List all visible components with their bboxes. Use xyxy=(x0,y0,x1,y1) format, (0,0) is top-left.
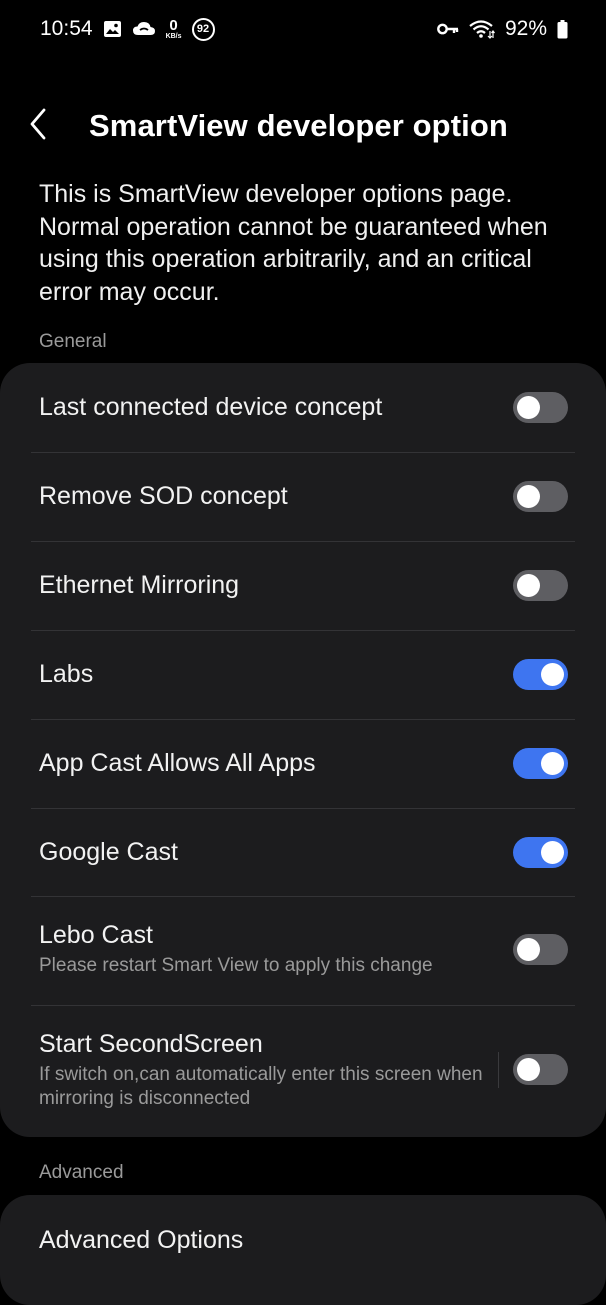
toggle-knob xyxy=(541,752,564,775)
advanced-settings-card: Advanced Options xyxy=(0,1195,606,1305)
net-speed-value: 0 xyxy=(169,17,178,34)
toggle-switch[interactable] xyxy=(513,748,568,779)
vertical-separator xyxy=(498,1052,499,1088)
setting-text: Advanced Options xyxy=(39,1225,243,1255)
setting-text: Ethernet Mirroring xyxy=(39,570,239,600)
battery-percent: 92% xyxy=(504,17,547,40)
vpn-key-icon xyxy=(437,22,459,36)
setting-title: Remove SOD concept xyxy=(39,482,288,510)
setting-row-ethernet-mirroring[interactable]: Ethernet Mirroring xyxy=(0,541,606,630)
setting-row-labs[interactable]: Labs xyxy=(0,630,606,719)
setting-text: Remove SOD concept xyxy=(39,481,288,511)
notification-count-badge: 92 xyxy=(191,17,215,41)
status-time: 10:54 xyxy=(40,17,93,40)
setting-subtitle: Please restart Smart View to apply this … xyxy=(39,955,433,976)
wifi-icon xyxy=(469,19,495,39)
setting-subtitle: If switch on,can automatically enter thi… xyxy=(39,1064,483,1109)
setting-row-lebo-cast[interactable]: Lebo Cast Please restart Smart View to a… xyxy=(0,896,606,1005)
setting-title: Labs xyxy=(39,660,94,688)
setting-title: Advanced Options xyxy=(39,1226,244,1254)
setting-title: Start SecondScreen xyxy=(39,1030,263,1058)
section-label-advanced: Advanced xyxy=(39,1162,124,1183)
chevron-left-icon xyxy=(28,108,48,145)
battery-icon xyxy=(557,19,568,39)
toggle-switch[interactable] xyxy=(513,1054,568,1085)
setting-row-google-cast[interactable]: Google Cast xyxy=(0,808,606,897)
toggle-switch[interactable] xyxy=(513,659,568,690)
setting-title: Last connected device concept xyxy=(39,393,383,421)
toggle-knob xyxy=(541,841,564,864)
status-bar-left: 10:54 0 KB/s 92 xyxy=(40,17,215,41)
section-label-general: General xyxy=(39,331,107,352)
status-bar-right: 92% xyxy=(437,17,568,41)
net-speed-unit: KB/s xyxy=(165,33,182,40)
net-speed-indicator: 0 KB/s xyxy=(166,18,182,40)
general-settings-card: Last connected device concept Remove SOD… xyxy=(0,363,606,1137)
setting-row-remove-sod[interactable]: Remove SOD concept xyxy=(0,452,606,541)
setting-text: Start SecondScreen If switch on,can auto… xyxy=(39,1029,489,1111)
setting-title: Lebo Cast xyxy=(39,921,153,949)
toggle-knob xyxy=(517,938,540,961)
setting-title: App Cast Allows All Apps xyxy=(39,749,316,777)
setting-text: Lebo Cast Please restart Smart View to a… xyxy=(39,920,433,978)
toggle-knob xyxy=(517,396,540,419)
toggle-knob xyxy=(541,663,564,686)
app-header: SmartView developer option xyxy=(0,98,606,154)
cloud-sync-icon xyxy=(132,20,156,38)
setting-title: Google Cast xyxy=(39,838,178,866)
toggle-switch[interactable] xyxy=(513,934,568,965)
setting-text: Google Cast xyxy=(39,837,178,867)
gallery-icon xyxy=(103,20,122,38)
page-description: This is SmartView developer options page… xyxy=(39,180,548,306)
setting-title: Ethernet Mirroring xyxy=(39,571,240,599)
page-title: SmartView developer option xyxy=(89,108,508,143)
toggle-knob xyxy=(517,574,540,597)
toggle-knob xyxy=(517,485,540,508)
toggle-switch[interactable] xyxy=(513,392,568,423)
back-button[interactable] xyxy=(28,98,88,154)
status-bar: 10:54 0 KB/s 92 92% xyxy=(0,0,606,58)
setting-text: Labs xyxy=(39,659,93,689)
toggle-switch[interactable] xyxy=(513,837,568,868)
setting-row-last-connected-device[interactable]: Last connected device concept xyxy=(0,363,606,452)
toggle-knob xyxy=(517,1058,540,1081)
setting-row-start-secondscreen[interactable]: Start SecondScreen If switch on,can auto… xyxy=(0,1005,606,1137)
setting-row-advanced-options[interactable]: Advanced Options xyxy=(0,1195,606,1284)
setting-row-app-cast-all-apps[interactable]: App Cast Allows All Apps xyxy=(0,719,606,808)
setting-text: Last connected device concept xyxy=(39,392,382,422)
toggle-switch[interactable] xyxy=(513,570,568,601)
toggle-switch[interactable] xyxy=(513,481,568,512)
setting-text: App Cast Allows All Apps xyxy=(39,748,316,778)
